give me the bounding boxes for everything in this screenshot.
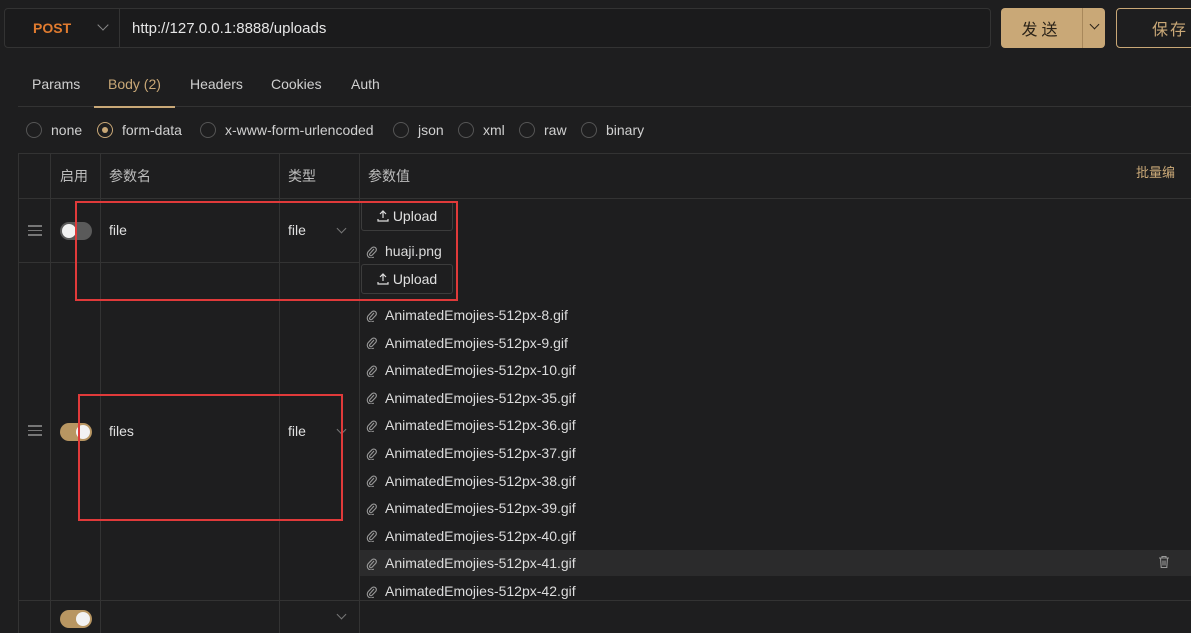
header-value: 参数值 — [368, 168, 410, 184]
tab-headers[interactable]: Headers — [190, 60, 243, 107]
radio-label: form-data — [122, 122, 182, 138]
file-item[interactable]: AnimatedEmojies-512px-8.gif — [360, 302, 1191, 328]
radio-label: json — [418, 122, 444, 138]
radio-x-www-form-urlencoded[interactable]: x-www-form-urlencoded — [200, 118, 374, 142]
file-name: AnimatedEmojies-512px-10.gif — [385, 362, 576, 379]
send-dropdown-button[interactable] — [1082, 8, 1105, 48]
file-name: AnimatedEmojies-512px-40.gif — [385, 527, 576, 544]
radio-json[interactable]: json — [393, 118, 444, 142]
toggle-knob — [76, 612, 90, 626]
radio-label: none — [51, 122, 83, 138]
chevron-down-icon — [336, 609, 347, 620]
file-item[interactable]: AnimatedEmojies-512px-41.gif — [360, 550, 1191, 577]
radio-label: xml — [483, 122, 505, 138]
method-select[interactable]: POST — [5, 9, 120, 47]
radio-form-data[interactable]: form-data — [97, 118, 182, 142]
drag-handle-icon[interactable] — [28, 225, 42, 236]
file-item[interactable]: AnimatedEmojies-512px-40.gif — [360, 523, 1191, 549]
file-item[interactable]: AnimatedEmojies-512px-10.gif — [360, 357, 1191, 383]
file-name: AnimatedEmojies-512px-9.gif — [385, 334, 568, 351]
header-enabled: 启用 — [60, 168, 88, 184]
paperclip-icon — [366, 310, 377, 322]
radio-label: x-www-form-urlencoded — [225, 122, 374, 138]
send-button[interactable]: 发送 — [1001, 8, 1082, 48]
file-item[interactable]: AnimatedEmojies-512px-35.gif — [360, 385, 1191, 411]
file-name: AnimatedEmojies-512px-39.gif — [385, 500, 576, 517]
file-item[interactable]: AnimatedEmojies-512px-42.gif — [360, 578, 1191, 604]
paperclip-icon — [366, 365, 377, 377]
column-divider — [50, 154, 51, 633]
send-group: 发送 — [1001, 8, 1105, 48]
row-divider — [19, 198, 1191, 199]
paperclip-icon — [366, 337, 377, 350]
enable-toggle[interactable] — [60, 610, 92, 628]
file-item[interactable]: AnimatedEmojies-512px-37.gif — [360, 440, 1191, 466]
file-name: AnimatedEmojies-512px-38.gif — [385, 472, 576, 489]
file-item[interactable]: AnimatedEmojies-512px-38.gif — [360, 468, 1191, 494]
file-item[interactable]: AnimatedEmojies-512px-36.gif — [360, 412, 1191, 438]
radio-label: raw — [544, 122, 567, 138]
request-bar: POST http://127.0.0.1:8888/uploads — [4, 8, 991, 48]
radio-circle — [519, 122, 535, 138]
paperclip-icon — [366, 448, 377, 460]
trash-icon[interactable] — [1158, 555, 1170, 569]
method-label: POST — [33, 20, 72, 36]
url-input[interactable]: http://127.0.0.1:8888/uploads — [120, 20, 326, 37]
radio-none[interactable]: none — [26, 118, 82, 142]
header-type: 类型 — [288, 168, 316, 184]
paperclip-icon — [366, 503, 377, 515]
highlight-box — [78, 394, 343, 521]
paperclip-icon — [366, 558, 377, 570]
chevron-down-icon — [1089, 19, 1100, 30]
bulk-edit-button[interactable]: 批量编 — [1136, 162, 1175, 181]
tab-cookies[interactable]: Cookies — [271, 60, 322, 107]
radio-circle — [458, 122, 474, 138]
tab-body[interactable]: Body (2) — [94, 60, 175, 108]
radio-circle — [26, 122, 42, 138]
file-item[interactable]: huaji.png — [360, 238, 1191, 264]
file-item[interactable]: AnimatedEmojies-512px-9.gif — [360, 330, 1191, 356]
paperclip-icon — [366, 420, 377, 432]
radio-xml[interactable]: xml — [458, 118, 505, 142]
tab-auth[interactable]: Auth — [351, 60, 380, 107]
paperclip-icon — [366, 475, 377, 488]
file-name: AnimatedEmojies-512px-37.gif — [385, 445, 576, 461]
radio-label: binary — [606, 122, 645, 138]
paperclip-icon — [366, 586, 377, 598]
radio-circle — [97, 122, 113, 138]
radio-circle — [200, 122, 216, 138]
highlight-box — [75, 201, 458, 301]
radio-circle — [393, 122, 409, 138]
toggle-knob — [62, 224, 76, 238]
chevron-down-icon — [97, 19, 109, 31]
radio-circle — [581, 122, 597, 138]
file-name: AnimatedEmojies-512px-8.gif — [385, 307, 568, 323]
radio-binary[interactable]: binary — [581, 118, 644, 142]
file-name: AnimatedEmojies-512px-36.gif — [385, 417, 576, 434]
radio-raw[interactable]: raw — [519, 118, 567, 142]
file-name: AnimatedEmojies-512px-42.gif — [385, 583, 576, 599]
request-tabs: Params Body (2) Headers Cookies Auth — [18, 60, 1191, 108]
file-item[interactable]: AnimatedEmojies-512px-39.gif — [360, 495, 1191, 521]
file-name: AnimatedEmojies-512px-35.gif — [385, 389, 576, 406]
paperclip-icon — [366, 392, 377, 405]
tab-params[interactable]: Params — [32, 60, 80, 107]
file-name: AnimatedEmojies-512px-41.gif — [385, 555, 576, 572]
drag-handle-icon[interactable] — [28, 425, 42, 436]
save-button[interactable]: 保存 — [1116, 8, 1191, 48]
paperclip-icon — [366, 530, 377, 543]
header-name: 参数名 — [109, 168, 151, 184]
